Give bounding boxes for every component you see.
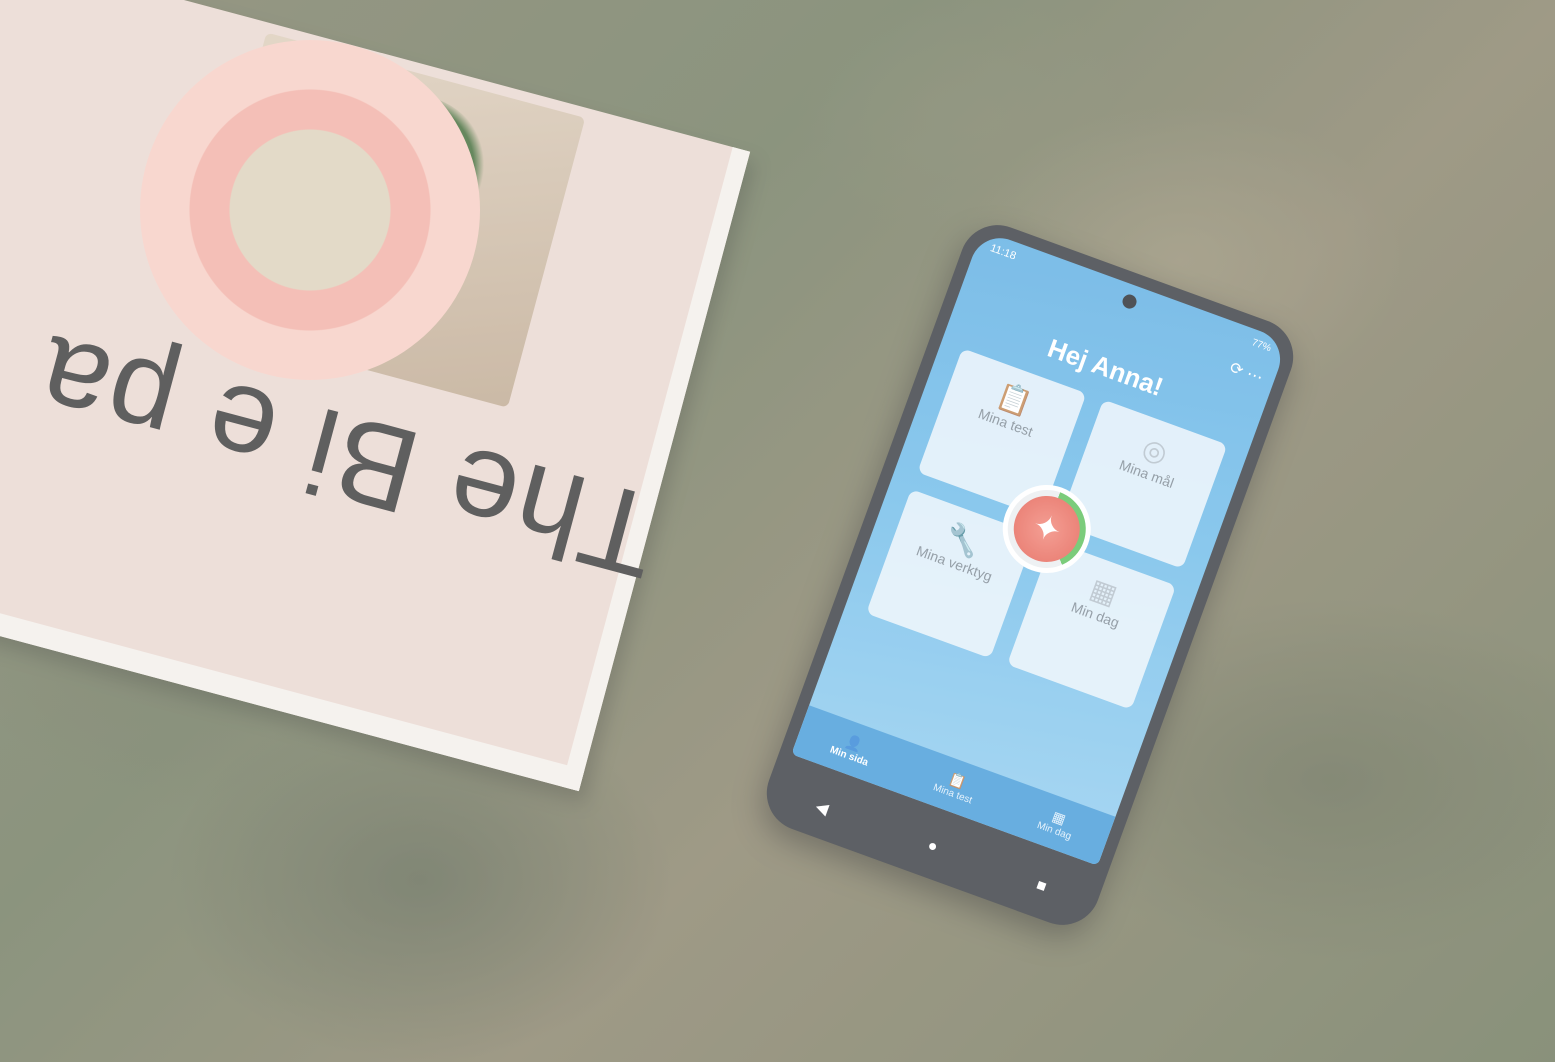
nav-min-sida[interactable]: 👤 Min sida	[828, 729, 875, 768]
app-toolbar: ⟳ ⋯	[1227, 358, 1266, 388]
recents-icon[interactable]: ■	[1033, 877, 1049, 899]
candle-holder	[140, 40, 480, 380]
nav-mina-test[interactable]: 📋 Mina test	[932, 766, 980, 806]
more-icon[interactable]: ⋯	[1244, 366, 1265, 387]
smartphone: 11:18 77% ⟳ ⋯ Hej Anna! 📋 Mina test ◎ Mi…	[756, 214, 1304, 936]
hummingbird-logo-icon: ✦	[1004, 486, 1090, 572]
back-icon[interactable]: ◀	[813, 796, 831, 819]
refresh-icon[interactable]: ⟳	[1227, 359, 1245, 380]
status-battery: 77%	[1250, 337, 1273, 355]
nav-min-dag[interactable]: ▦ Min dag	[1035, 804, 1078, 843]
status-time: 11:18	[988, 242, 1018, 263]
scene-photo: The Bi e pa 11:18 77% ⟳ ⋯ Hej Anna! 📋 Mi…	[0, 0, 1555, 1062]
front-camera	[1120, 292, 1139, 311]
home-icon[interactable]: ●	[924, 837, 940, 859]
